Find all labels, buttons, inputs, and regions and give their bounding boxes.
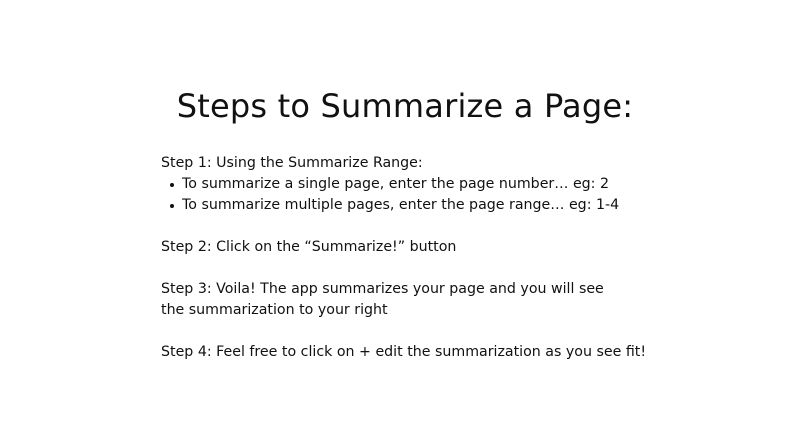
- step-1: Step 1: Using the Summarize Range:: [161, 155, 423, 171]
- step-2: Step 2: Click on the “Summarize!” button: [161, 239, 457, 255]
- bullet-multiple-pages: To summarize multiple pages, enter the p…: [161, 195, 761, 216]
- bullet-single-page: To summarize a single page, enter the pa…: [161, 174, 761, 195]
- instructions-page: Steps to Summarize a Page: Step 1: Using…: [0, 0, 810, 445]
- page-title: Steps to Summarize a Page:: [176, 87, 634, 125]
- step-4: Step 4: Feel free to click on + edit the…: [161, 344, 647, 360]
- step-1-bullets: To summarize a single page, enter the pa…: [161, 174, 761, 216]
- steps-list: Step 1: Using the Summarize Range: To su…: [161, 153, 761, 363]
- step-3: Step 3: Voila! The app summarizes your p…: [161, 281, 604, 318]
